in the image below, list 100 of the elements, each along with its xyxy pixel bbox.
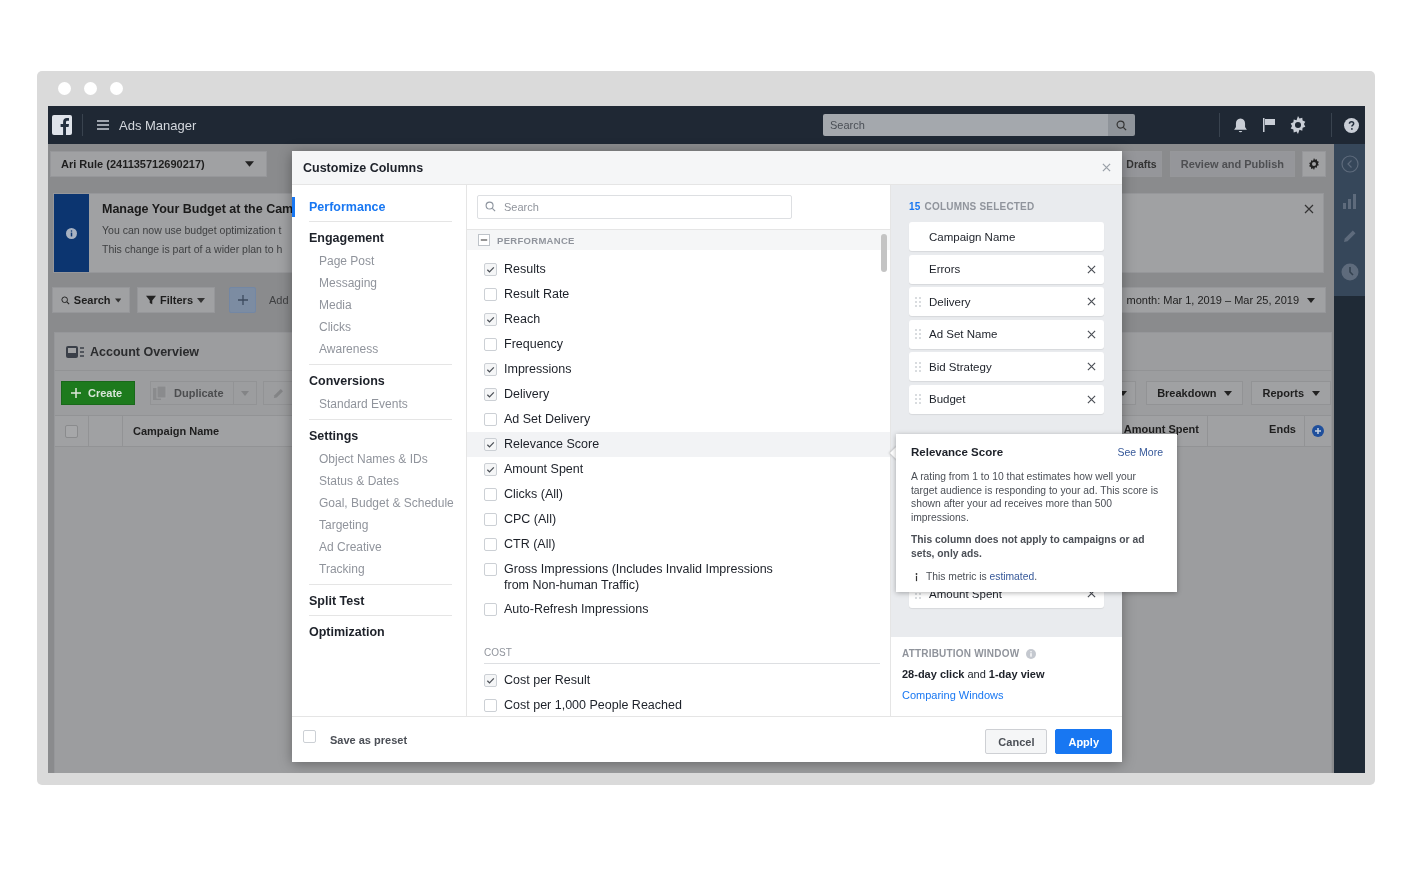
column-option[interactable]: Delivery — [467, 382, 890, 407]
remove-icon[interactable] — [1087, 264, 1096, 274]
checkbox[interactable] — [484, 463, 497, 476]
selected-column-item[interactable]: Campaign Name — [909, 222, 1104, 251]
info-icon[interactable] — [1026, 648, 1037, 659]
category-item[interactable]: Split Test — [309, 591, 462, 611]
column-option[interactable]: CPC (All) — [467, 507, 890, 532]
category-item[interactable]: Performance — [292, 197, 462, 217]
column-option[interactable]: Reach — [467, 307, 890, 332]
drag-handle-icon[interactable] — [915, 296, 921, 307]
remove-icon[interactable] — [1087, 362, 1096, 371]
tooltip-text: A rating from 1 to 10 that estimates how well your target audience is responding to your ad. This score is shown after your ad receives more than 500 impressions. — [911, 470, 1160, 524]
checkbox[interactable] — [484, 513, 497, 526]
checkbox[interactable] — [484, 674, 497, 687]
section-title: PERFORMANCE — [497, 234, 575, 246]
filter-button[interactable]: Filters — [137, 287, 215, 313]
collapse-icon[interactable] — [478, 234, 490, 246]
checkbox[interactable] — [484, 363, 497, 376]
pencil-icon[interactable] — [1342, 229, 1357, 243]
column-option[interactable]: Amount Spent — [467, 457, 890, 482]
clock-icon[interactable] — [1340, 263, 1359, 281]
menu-icon[interactable] — [97, 120, 109, 130]
checkbox[interactable] — [484, 699, 497, 712]
column-option[interactable]: Frequency — [467, 332, 890, 357]
metric-note: This metric is estimated. — [926, 571, 1038, 582]
collapse-icon[interactable] — [1340, 155, 1359, 173]
checkbox[interactable] — [484, 563, 497, 576]
dialog-button[interactable]: Cancel — [985, 729, 1048, 754]
bar-chart-icon[interactable] — [1341, 193, 1358, 209]
checkbox[interactable] — [484, 438, 497, 451]
create-button[interactable]: Create — [61, 381, 135, 405]
close-icon[interactable] — [1102, 163, 1111, 172]
remove-icon[interactable] — [1087, 329, 1096, 339]
account-dropdown[interactable]: Ari Rule (241135712690217) — [50, 151, 267, 177]
checkbox[interactable] — [484, 488, 497, 501]
toolbar-dropdown[interactable]: Reports — [1251, 381, 1331, 405]
column-option[interactable]: Result Rate — [467, 282, 890, 307]
column-option[interactable]: Gross Impressions (Includes Invalid Impressions from Non-human Traffic) — [467, 557, 890, 597]
settings-icon[interactable] — [1289, 116, 1307, 134]
search-field[interactable]: Search — [823, 114, 1108, 136]
comparing-windows-link[interactable]: Comparing Windows — [902, 689, 1111, 701]
checkbox[interactable] — [484, 288, 497, 301]
drag-handle-icon[interactable] — [915, 394, 921, 404]
add-button[interactable] — [229, 287, 256, 313]
column-option[interactable]: Results — [467, 257, 890, 282]
drag-handle-icon[interactable] — [915, 329, 921, 339]
checkbox[interactable] — [484, 603, 497, 616]
help-icon[interactable] — [1344, 117, 1359, 133]
add-column-icon[interactable] — [1312, 425, 1324, 437]
checkbox[interactable] — [484, 263, 497, 276]
tooltip-note: This column does not apply to campaigns or ad sets, only ads. — [911, 533, 1146, 560]
edit-button[interactable] — [263, 381, 293, 405]
column-option[interactable]: Ad Set Delivery — [467, 407, 890, 432]
column-option[interactable]: Cost per Result — [467, 668, 890, 693]
category-item[interactable]: Engagement — [309, 228, 462, 248]
dropdown-button[interactable] — [234, 381, 257, 405]
checkbox[interactable] — [484, 413, 497, 426]
caret-icon — [241, 390, 249, 396]
filter-button[interactable]: Search — [52, 287, 130, 313]
toolbar-dropdown[interactable]: Breakdown — [1146, 381, 1244, 405]
checkbox[interactable] — [484, 538, 497, 551]
add-label: Add — [269, 294, 289, 306]
plus-icon — [237, 295, 248, 305]
pencil-icon — [272, 387, 284, 399]
search-button[interactable] — [1108, 114, 1135, 136]
checkbox[interactable] — [484, 313, 497, 326]
check-icon — [486, 265, 495, 274]
checkbox[interactable] — [484, 388, 497, 401]
selected-label: COLUMNS SELECTED — [924, 201, 1035, 212]
dialog-button[interactable]: Apply — [1055, 729, 1112, 754]
flag-icon[interactable] — [1261, 117, 1277, 133]
see-more-link[interactable]: See More — [1117, 446, 1163, 458]
checkbox[interactable] — [65, 424, 78, 438]
column-header[interactable]: Ends — [1207, 416, 1304, 446]
category-item[interactable]: Optimization — [309, 622, 462, 642]
column-option[interactable]: Clicks (All) — [467, 482, 890, 507]
checkbox[interactable] — [484, 338, 497, 351]
settings-button[interactable] — [1302, 151, 1326, 177]
column-option[interactable]: Impressions — [467, 357, 890, 382]
selected-column-item[interactable]: Ad Set Name — [909, 319, 1104, 349]
remove-icon[interactable] — [1087, 394, 1096, 404]
checkbox[interactable] — [303, 730, 316, 743]
selected-column-item[interactable]: Bid Strategy — [909, 352, 1104, 381]
column-option[interactable]: Auto-Refresh Impressions — [467, 597, 890, 622]
remove-icon[interactable] — [1087, 297, 1096, 306]
column-header[interactable]: Campaign Name — [123, 416, 220, 446]
close-icon[interactable] — [1304, 204, 1314, 214]
scrollbar[interactable] — [881, 234, 887, 272]
column-option[interactable]: CTR (All) — [467, 532, 890, 557]
selected-column-item[interactable]: Errors — [909, 254, 1104, 284]
selected-column-item[interactable]: Delivery — [909, 287, 1104, 316]
column-option[interactable]: Relevance Score — [467, 432, 890, 457]
selected-column-item[interactable]: Budget — [909, 384, 1104, 414]
caret-icon — [1307, 297, 1315, 303]
column-option[interactable]: Cost per 1,000 People Reached — [467, 693, 890, 716]
drag-handle-icon[interactable] — [915, 361, 921, 372]
category-item[interactable]: Conversions — [309, 371, 462, 391]
category-item[interactable]: Settings — [309, 426, 462, 446]
bell-icon[interactable] — [1232, 116, 1249, 134]
search-field[interactable]: Search — [477, 195, 792, 219]
